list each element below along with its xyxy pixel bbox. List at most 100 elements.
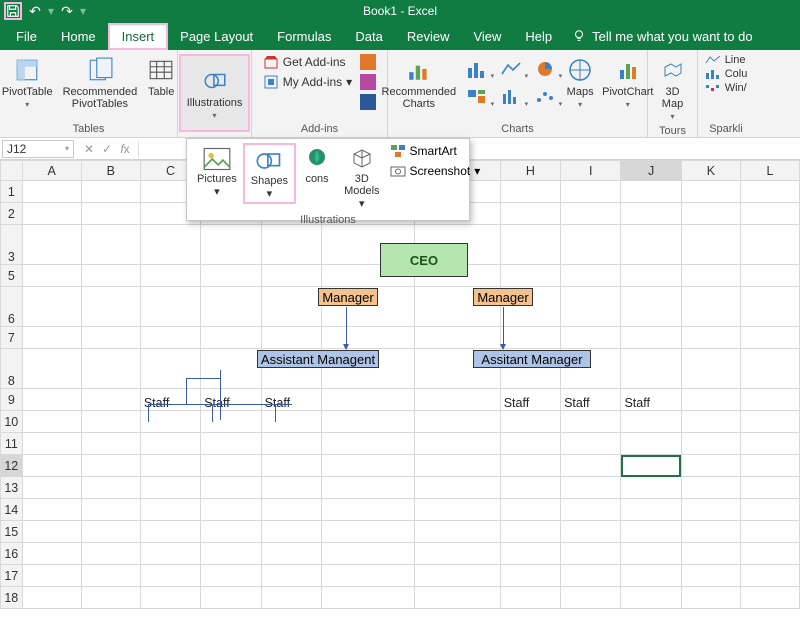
qat-customize[interactable]: ▾ bbox=[80, 4, 86, 18]
cell-D6[interactable] bbox=[201, 287, 261, 327]
cell-E10[interactable] bbox=[261, 411, 321, 433]
shape-manager-2[interactable]: Manager bbox=[473, 288, 533, 306]
cell-C16[interactable] bbox=[140, 543, 200, 565]
cell-H2[interactable] bbox=[500, 203, 560, 225]
cell-L16[interactable] bbox=[740, 543, 799, 565]
cell-J16[interactable] bbox=[621, 543, 681, 565]
cell-D8[interactable] bbox=[201, 349, 261, 389]
cell-J14[interactable] bbox=[621, 499, 681, 521]
row-header-9[interactable]: 9 bbox=[1, 389, 23, 411]
cell-I11[interactable] bbox=[561, 433, 621, 455]
cell-K15[interactable] bbox=[681, 521, 740, 543]
cell-L1[interactable] bbox=[740, 181, 799, 203]
sparkline-line-button[interactable]: Line bbox=[705, 54, 748, 66]
cell-B15[interactable] bbox=[81, 521, 140, 543]
cell-L15[interactable] bbox=[740, 521, 799, 543]
cell-H14[interactable] bbox=[500, 499, 560, 521]
sparkline-winloss-button[interactable]: Win/ bbox=[705, 82, 748, 94]
cell-F10[interactable] bbox=[321, 411, 414, 433]
cell-A5[interactable] bbox=[22, 265, 81, 287]
row-header-10[interactable]: 10 bbox=[1, 411, 23, 433]
cell-E14[interactable] bbox=[261, 499, 321, 521]
cell-K5[interactable] bbox=[681, 265, 740, 287]
cell-G17[interactable] bbox=[415, 565, 501, 587]
cell-L13[interactable] bbox=[740, 477, 799, 499]
column-header-L[interactable]: L bbox=[740, 161, 799, 181]
cell-F17[interactable] bbox=[321, 565, 414, 587]
3d-models-button[interactable]: 3D Models▾ bbox=[338, 143, 385, 212]
cell-E3[interactable] bbox=[261, 225, 321, 265]
tab-home[interactable]: Home bbox=[49, 23, 108, 50]
cell-H13[interactable] bbox=[500, 477, 560, 499]
cell-I18[interactable] bbox=[561, 587, 621, 609]
cell-K10[interactable] bbox=[681, 411, 740, 433]
pivottable-button[interactable]: PivotTable ▾ bbox=[0, 54, 55, 112]
cell-B6[interactable] bbox=[81, 287, 140, 327]
cell-L12[interactable] bbox=[740, 455, 799, 477]
row-header-3[interactable]: 3 bbox=[1, 225, 23, 265]
cell-A2[interactable] bbox=[22, 203, 81, 225]
cell-A15[interactable] bbox=[22, 521, 81, 543]
cell-L18[interactable] bbox=[740, 587, 799, 609]
cell-I17[interactable] bbox=[561, 565, 621, 587]
bing-maps-icon[interactable] bbox=[360, 54, 376, 70]
cell-J13[interactable] bbox=[621, 477, 681, 499]
column-header-A[interactable]: A bbox=[22, 161, 81, 181]
cell-J3[interactable] bbox=[621, 225, 681, 265]
cell-G7[interactable] bbox=[415, 327, 501, 349]
row-header-13[interactable]: 13 bbox=[1, 477, 23, 499]
cell-C9[interactable]: Staff bbox=[140, 389, 200, 411]
cell-A10[interactable] bbox=[22, 411, 81, 433]
cell-J8[interactable] bbox=[621, 349, 681, 389]
cell-I2[interactable] bbox=[561, 203, 621, 225]
screenshot-button[interactable]: Screenshot ▾ bbox=[390, 163, 481, 179]
recommended-charts-button[interactable]: Recommended Charts bbox=[380, 54, 459, 112]
cell-J11[interactable] bbox=[621, 433, 681, 455]
illustrations-button[interactable]: Illustrations ▾ bbox=[179, 54, 251, 132]
cell-E7[interactable] bbox=[261, 327, 321, 349]
cell-F14[interactable] bbox=[321, 499, 414, 521]
cell-K8[interactable] bbox=[681, 349, 740, 389]
cell-L2[interactable] bbox=[740, 203, 799, 225]
cell-E11[interactable] bbox=[261, 433, 321, 455]
cell-D15[interactable] bbox=[201, 521, 261, 543]
cancel-button[interactable]: ✕ bbox=[80, 142, 98, 156]
cell-K6[interactable] bbox=[681, 287, 740, 327]
cell-F13[interactable] bbox=[321, 477, 414, 499]
cell-J6[interactable] bbox=[621, 287, 681, 327]
cell-C7[interactable] bbox=[140, 327, 200, 349]
statistic-chart-button[interactable]: ▾ bbox=[496, 82, 526, 106]
cell-A1[interactable] bbox=[22, 181, 81, 203]
name-box[interactable]: J12▾ bbox=[2, 140, 74, 158]
cell-C8[interactable] bbox=[140, 349, 200, 389]
cell-J17[interactable] bbox=[621, 565, 681, 587]
cell-G12[interactable] bbox=[415, 455, 501, 477]
cell-F9[interactable] bbox=[321, 389, 414, 411]
cell-I16[interactable] bbox=[561, 543, 621, 565]
tab-insert[interactable]: Insert bbox=[108, 23, 169, 50]
cell-K12[interactable] bbox=[681, 455, 740, 477]
cell-J2[interactable] bbox=[621, 203, 681, 225]
cell-A18[interactable] bbox=[22, 587, 81, 609]
cell-B7[interactable] bbox=[81, 327, 140, 349]
undo-button[interactable]: ↶ bbox=[28, 4, 42, 18]
cell-H18[interactable] bbox=[500, 587, 560, 609]
visio-icon[interactable] bbox=[360, 94, 376, 110]
cell-G13[interactable] bbox=[415, 477, 501, 499]
cell-J5[interactable] bbox=[621, 265, 681, 287]
cell-K16[interactable] bbox=[681, 543, 740, 565]
cell-A3[interactable] bbox=[22, 225, 81, 265]
cell-H3[interactable] bbox=[500, 225, 560, 265]
cell-B3[interactable] bbox=[81, 225, 140, 265]
cell-L8[interactable] bbox=[740, 349, 799, 389]
cell-H11[interactable] bbox=[500, 433, 560, 455]
cell-J7[interactable] bbox=[621, 327, 681, 349]
people-graph-icon[interactable] bbox=[360, 74, 376, 90]
cell-K2[interactable] bbox=[681, 203, 740, 225]
cell-K13[interactable] bbox=[681, 477, 740, 499]
scatter-chart-button[interactable]: ▾ bbox=[530, 82, 560, 106]
row-header-6[interactable]: 6 bbox=[1, 287, 23, 327]
cell-L17[interactable] bbox=[740, 565, 799, 587]
recommended-pivottables-button[interactable]: Recommended PivotTables bbox=[61, 54, 140, 112]
cell-K7[interactable] bbox=[681, 327, 740, 349]
